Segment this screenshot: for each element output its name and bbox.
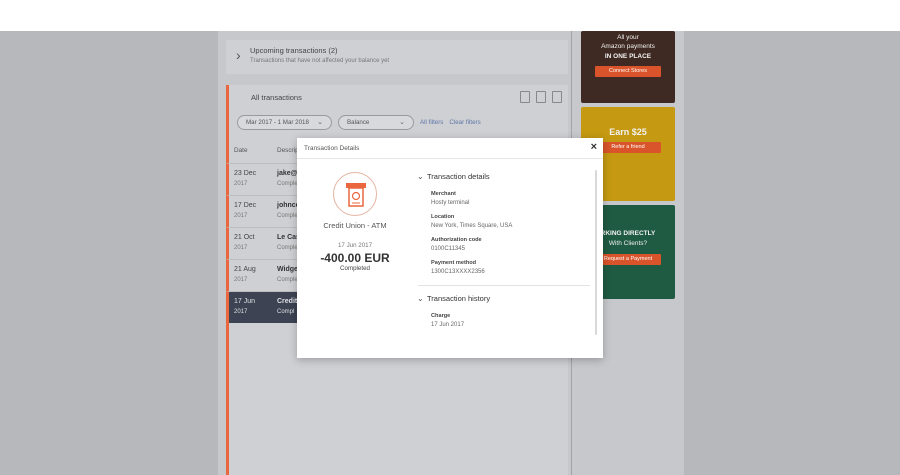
authorization-code-label: Authorization code	[431, 237, 482, 243]
upcoming-title: Upcoming transactions (2)	[250, 46, 338, 55]
refer-friend-button[interactable]: Refer a friend	[595, 142, 661, 153]
ad1-line2: Amazon payments	[601, 43, 655, 50]
transaction-status: Completed	[340, 265, 370, 272]
upcoming-transactions-panel[interactable]: › Upcoming transactions (2) Transactions…	[226, 40, 568, 74]
chevron-down-icon: ⌄	[399, 119, 405, 126]
row-day: 17 Dec	[234, 202, 257, 209]
chevron-down-icon: ⌄	[417, 172, 424, 181]
row-day: 21 Aug	[234, 266, 256, 273]
top-bar	[0, 0, 900, 31]
row-year: 2017	[234, 277, 248, 283]
ad-amazon-payments[interactable]: All your Amazon payments IN ONE PLACE Co…	[581, 31, 675, 103]
transaction-history-heading: Transaction history	[427, 294, 491, 303]
chevron-down-icon: ⌄	[317, 119, 323, 126]
merchant-value: Hosty terminal	[431, 200, 470, 206]
ad1-line3: IN ONE PLACE	[604, 53, 652, 60]
chevron-down-icon: ⌄	[417, 294, 424, 303]
close-icon[interactable]: ×	[591, 141, 597, 153]
export-actions	[520, 91, 562, 103]
row-day: 21 Oct	[234, 234, 255, 241]
transaction-details-section-toggle[interactable]: ⌄ Transaction details	[417, 172, 490, 181]
print-icon[interactable]	[552, 91, 562, 103]
location-value: New York, Times Square, USA	[431, 223, 513, 229]
row-status: Compl	[277, 309, 295, 315]
modal-scrollbar[interactable]	[595, 170, 597, 335]
merchant-name: Credit Union - ATM	[323, 221, 387, 230]
request-payment-button[interactable]: Request a Payment	[595, 254, 661, 265]
details-divider	[418, 285, 590, 286]
row-day: 17 Jun	[234, 298, 256, 305]
payment-method-label: Payment method	[431, 260, 477, 266]
row-year: 2017	[234, 181, 248, 187]
connect-stores-button[interactable]: Connect Stores	[595, 66, 661, 77]
transaction-amount: -400.00 EUR	[320, 251, 390, 265]
ad1-line1: All your	[617, 34, 639, 41]
ad2-headline: Earn $25	[609, 127, 647, 137]
row-year: 2017	[234, 245, 248, 251]
export-csv-icon[interactable]	[520, 91, 530, 103]
row-status: Comple	[277, 213, 298, 219]
balance-select[interactable]: Balance ⌄	[338, 115, 414, 130]
column-header-date[interactable]: Date	[234, 147, 248, 154]
row-year: 2017	[234, 213, 248, 219]
chevron-right-icon[interactable]: ›	[236, 48, 246, 62]
transactions-heading: All transactions	[251, 93, 302, 102]
row-day: 23 Dec	[234, 170, 257, 177]
all-filters-link[interactable]: All filters	[420, 119, 443, 126]
modal-title: Transaction Details	[304, 145, 360, 152]
merchant-label: Merchant	[431, 191, 456, 197]
location-label: Location	[431, 214, 455, 220]
upcoming-subtitle: Transactions that have not affected your…	[250, 58, 390, 64]
row-name: Credit	[277, 298, 298, 305]
charge-label: Charge	[431, 313, 451, 319]
date-range-select[interactable]: Mar 2017 - 1 Mar 2018 ⌄	[237, 115, 332, 130]
export-pdf-icon[interactable]	[536, 91, 546, 103]
atm-icon	[333, 172, 377, 216]
row-status: Comple	[277, 245, 298, 251]
transaction-details-modal: Transaction Details × Credit Union - ATM…	[297, 138, 603, 358]
balance-value: Balance	[347, 119, 370, 126]
row-status: Comple	[277, 277, 298, 283]
transaction-details-heading: Transaction details	[427, 172, 490, 181]
authorization-code-value: 0100C11345	[431, 246, 465, 252]
modal-header-divider	[297, 158, 603, 159]
clear-filters-link[interactable]: Clear filters	[449, 119, 480, 126]
row-status: Complet	[277, 181, 300, 187]
transaction-history-section-toggle[interactable]: ⌄ Transaction history	[417, 294, 490, 303]
payment-method-value: 1300C13XXXX2356	[431, 269, 485, 275]
transaction-date: 17 Jun 2017	[337, 242, 373, 249]
filters-bar: Mar 2017 - 1 Mar 2018 ⌄ Balance ⌄ All fi…	[237, 115, 481, 130]
row-year: 2017	[234, 309, 248, 315]
charge-date: 17 Jun 2017	[431, 322, 465, 328]
date-range-value: Mar 2017 - 1 Mar 2018	[246, 119, 309, 126]
